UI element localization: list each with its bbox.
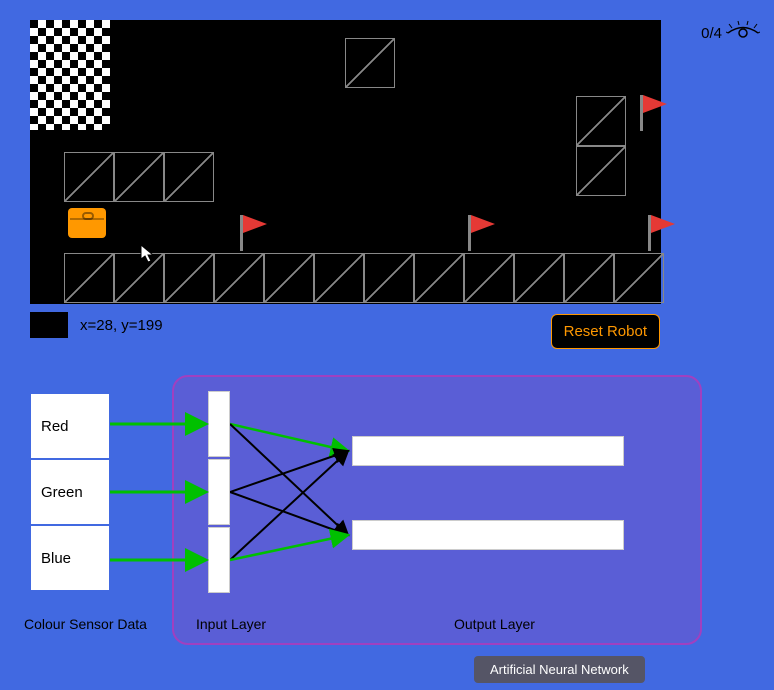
sensor-red: Red (30, 393, 110, 459)
wall-block (164, 253, 214, 303)
wall-block (214, 253, 264, 303)
input-layer-label: Input Layer (196, 616, 266, 632)
output-layer-label: Output Layer (454, 616, 535, 632)
input-node-3[interactable] (208, 527, 230, 593)
sensor-green: Green (30, 459, 110, 525)
reset-robot-button[interactable]: Reset Robot (551, 314, 660, 349)
score-display: 0/4 (701, 20, 760, 46)
wall-block (576, 146, 626, 196)
wall-block (114, 253, 164, 303)
flag-icon (640, 95, 670, 131)
wall-block (64, 152, 114, 202)
nn-panel (172, 375, 702, 645)
wall-block (64, 253, 114, 303)
robot-sprite (68, 208, 106, 238)
wall-block (464, 253, 514, 303)
sensor-column-label: Colour Sensor Data (24, 616, 147, 632)
output-node-2[interactable] (352, 520, 624, 550)
flag-icon (240, 215, 270, 251)
wall-block (576, 96, 626, 146)
wall-block (564, 253, 614, 303)
score-text: 0/4 (701, 25, 722, 42)
coord-text: x=28, y=199 (80, 317, 163, 334)
input-node-1[interactable] (208, 391, 230, 457)
flag-icon (468, 215, 498, 251)
coordinate-readout: x=28, y=199 (30, 312, 163, 338)
wall-block (264, 253, 314, 303)
wall-block (114, 152, 164, 202)
checkered-goal (30, 20, 110, 130)
wall-block (364, 253, 414, 303)
wall-block (314, 253, 364, 303)
wall-block (414, 253, 464, 303)
game-canvas[interactable] (30, 20, 661, 304)
sensor-eye-icon (726, 20, 760, 46)
wall-block (345, 38, 395, 88)
output-node-1[interactable] (352, 436, 624, 466)
flag-icon (648, 215, 678, 251)
wall-block (614, 253, 664, 303)
input-node-2[interactable] (208, 459, 230, 525)
color-swatch (30, 312, 68, 338)
nn-title-label: Artificial Neural Network (474, 656, 645, 683)
wall-block (514, 253, 564, 303)
wall-block (164, 152, 214, 202)
sensor-blue: Blue (30, 525, 110, 591)
sensor-column: Red Green Blue (30, 393, 110, 591)
